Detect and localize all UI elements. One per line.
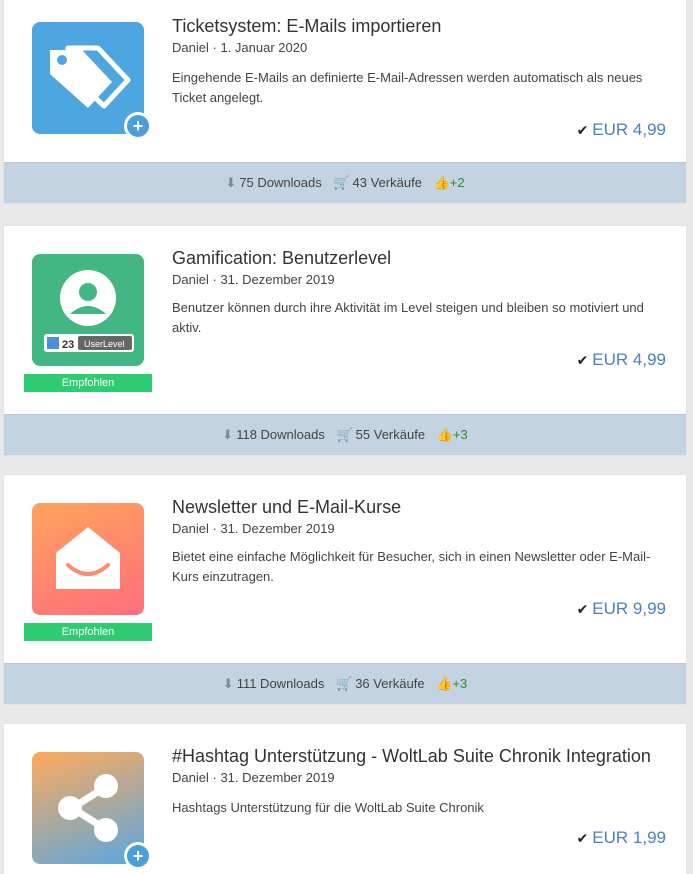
likes-stat: 👍+3	[436, 676, 467, 691]
product-meta: Daniel · 31. Dezember 2019	[172, 770, 335, 785]
level-label: UserLevel	[84, 339, 125, 349]
user-level-icon[interactable]: 23 UserLevel	[32, 254, 144, 366]
check-icon: ✔	[576, 830, 589, 846]
thumbs-up-icon: 👍	[436, 427, 453, 442]
author-link[interactable]: Daniel	[172, 521, 209, 536]
cart-icon: 🛒	[336, 676, 353, 691]
likes-stat: 👍+3	[437, 427, 468, 442]
meta-separator: ·	[212, 521, 217, 536]
product-meta: Daniel · 31. Dezember 2019	[172, 272, 335, 287]
recommended-badge: Empfohlen	[24, 374, 152, 392]
product-title[interactable]: Ticketsystem: E-Mails importieren	[172, 16, 441, 37]
download-icon: ⬇	[225, 175, 237, 190]
price-label: EUR 4,99	[592, 120, 666, 139]
sales-label: 43 Verkäufe	[352, 175, 422, 190]
downloads-stat: ⬇ 111 Downloads	[223, 676, 325, 691]
likes-label: +3	[452, 427, 468, 442]
product-meta: Daniel · 31. Dezember 2019	[172, 521, 335, 536]
cart-icon: 🛒	[333, 175, 350, 190]
product-meta: Daniel · 1. Januar 2020	[172, 40, 307, 55]
product-title[interactable]: #Hashtag Unterstützung - WoltLab Suite C…	[172, 746, 651, 767]
add-icon: +	[124, 112, 152, 140]
share-icon[interactable]: +	[32, 752, 152, 870]
thumbs-up-icon: 👍	[436, 676, 453, 691]
price-label: EUR 1,99	[592, 828, 666, 847]
sales-stat: 🛒 55 Verkäufe	[336, 427, 425, 442]
downloads-label: 111 Downloads	[236, 676, 325, 691]
product-description: Hashtags Unterstützung für die WoltLab S…	[172, 800, 484, 815]
product-description: Benutzer können durch ihre Aktivität im …	[172, 300, 644, 335]
check-icon: ✔	[576, 122, 589, 138]
thumbs-up-icon: 👍	[433, 175, 450, 190]
meta-separator: ·	[212, 40, 217, 55]
likes-label: +2	[449, 175, 465, 190]
product-date: 31. Dezember 2019	[220, 272, 335, 287]
price-label: EUR 9,99	[592, 599, 666, 618]
meta-separator: ·	[212, 272, 217, 287]
cart-icon: 🛒	[336, 427, 353, 442]
check-icon: ✔	[576, 352, 589, 368]
author-link[interactable]: Daniel	[172, 770, 209, 785]
product-stats: ⬇ 75 Downloads 🛒 43 Verkäufe 👍+2	[4, 162, 686, 203]
product-price[interactable]: ✔ EUR 1,99	[577, 828, 666, 848]
level-number: 23	[62, 339, 74, 351]
sales-stat: 🛒 43 Verkäufe	[333, 175, 422, 190]
sales-stat: 🛒 36 Verkäufe	[336, 676, 425, 691]
likes-label: +3	[452, 676, 468, 691]
check-icon: ✔	[576, 601, 589, 617]
meta-separator: ·	[212, 770, 217, 785]
product-price[interactable]: ✔ EUR 4,99	[577, 120, 666, 140]
product-card[interactable]: + Ticketsystem: E-Mails importieren Dani…	[4, 0, 686, 203]
product-card[interactable]: 23 UserLevel Empfohlen Gamification: Ben…	[4, 226, 686, 455]
product-stats: ⬇ 111 Downloads 🛒 36 Verkäufe 👍+3	[4, 663, 686, 704]
product-price[interactable]: ✔ EUR 9,99	[577, 599, 666, 619]
product-date: 1. Januar 2020	[220, 40, 308, 55]
download-icon: ⬇	[222, 427, 234, 442]
likes-stat: 👍+2	[434, 175, 465, 190]
product-date: 31. Dezember 2019	[220, 521, 335, 536]
download-icon: ⬇	[222, 676, 234, 691]
product-description: Eingehende E-Mails an definierte E-Mail-…	[172, 70, 643, 105]
product-card[interactable]: Empfohlen Newsletter und E-Mail-Kurse Da…	[4, 475, 686, 704]
tags-icon[interactable]: +	[32, 22, 152, 140]
product-title[interactable]: Newsletter und E-Mail-Kurse	[172, 497, 401, 518]
envelope-icon[interactable]	[32, 503, 144, 615]
downloads-label: 118 Downloads	[236, 427, 325, 442]
author-link[interactable]: Daniel	[172, 272, 209, 287]
author-link[interactable]: Daniel	[172, 40, 209, 55]
price-label: EUR 4,99	[592, 350, 666, 369]
product-title[interactable]: Gamification: Benutzerlevel	[172, 248, 391, 269]
product-card[interactable]: + #Hashtag Unterstützung - WoltLab Suite…	[4, 724, 686, 874]
downloads-stat: ⬇ 75 Downloads	[225, 175, 321, 190]
product-date: 31. Dezember 2019	[220, 770, 335, 785]
downloads-stat: ⬇ 118 Downloads	[222, 427, 325, 442]
product-description: Bietet eine einfache Möglichkeit für Bes…	[172, 549, 651, 584]
downloads-label: 75 Downloads	[239, 175, 322, 190]
product-stats: ⬇ 118 Downloads 🛒 55 Verkäufe 👍+3	[4, 414, 686, 455]
product-price[interactable]: ✔ EUR 4,99	[577, 350, 666, 370]
add-icon: +	[124, 842, 152, 870]
sales-label: 55 Verkäufe	[355, 427, 426, 442]
sales-label: 36 Verkäufe	[355, 676, 425, 691]
recommended-badge: Empfohlen	[24, 623, 152, 641]
